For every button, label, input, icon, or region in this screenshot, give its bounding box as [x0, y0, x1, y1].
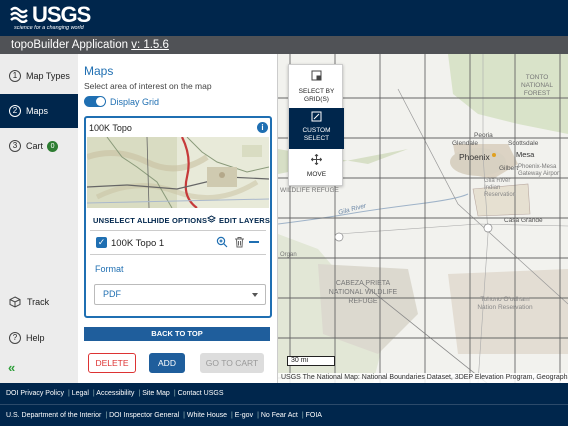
- footer-separator: |: [67, 390, 70, 397]
- collapse-sidebar-icon[interactable]: «: [8, 360, 15, 375]
- footer-separator: |: [231, 412, 233, 419]
- divider: [90, 230, 266, 231]
- select-by-grid-tool[interactable]: SELECT BY GRID(S): [289, 68, 344, 106]
- side-navigation: 1 Map Types 2 Maps 3 Cart 0 Track ? Help: [0, 54, 78, 383]
- footer-separator: |: [105, 412, 108, 419]
- unselect-all-button[interactable]: UNSELECT ALL: [93, 216, 152, 225]
- map-label-cabeza-prieta: CABEZA PRIETA NATIONAL WILDLIFE REFUGE: [328, 280, 398, 305]
- move-arrows-icon: [311, 154, 322, 165]
- step-number: 2: [9, 105, 21, 117]
- app-title-bar: topoBuilder Application v: 1.5.6: [0, 36, 568, 54]
- add-button[interactable]: ADD: [149, 353, 185, 373]
- zoom-in-icon[interactable]: [216, 236, 228, 250]
- app-title: topoBuilder Application: [11, 39, 128, 51]
- footer-separator: |: [138, 390, 141, 397]
- tool-label: SELECT BY GRID(S): [298, 88, 335, 103]
- display-grid-label: Display Grid: [110, 97, 160, 107]
- nav-item-cart[interactable]: 3 Cart 0: [0, 129, 78, 163]
- map-label-gila-river-reservation: Gila River Indian Reservation: [484, 178, 517, 198]
- edit-layers-button[interactable]: EDIT LAYERS: [219, 216, 270, 225]
- panel-subtitle: Select area of interest on the map: [84, 81, 212, 91]
- scale-bar: 30 mi: [287, 356, 335, 366]
- delete-button[interactable]: DELETE: [88, 353, 136, 373]
- footer-link[interactable]: White House: [187, 412, 227, 419]
- format-select[interactable]: PDF: [94, 284, 266, 305]
- collapse-layer-icon[interactable]: [249, 241, 259, 243]
- footer-links-primary: DOI Privacy Policy | Legal | Accessibility…: [0, 383, 568, 404]
- nav-label: Map Types: [26, 71, 70, 81]
- layer-name: 100K Topo 1: [111, 238, 165, 249]
- move-tool[interactable]: MOVE: [289, 154, 344, 184]
- footer-link[interactable]: Site Map: [142, 390, 170, 397]
- nav-item-maps[interactable]: 2 Maps: [0, 94, 78, 128]
- layer-checkbox[interactable]: ✓: [96, 237, 107, 248]
- tool-label: CUSTOM SELECT: [302, 127, 331, 142]
- map-label-phoenix: Phoenix: [459, 152, 490, 162]
- logo-text: USGS: [32, 2, 91, 27]
- map-label-scottsdale: Scottsdale: [508, 140, 539, 147]
- layers-icon: [206, 215, 217, 226]
- nav-item-help[interactable]: ? Help: [0, 321, 78, 355]
- footer-link[interactable]: U.S. Department of the Interior: [6, 412, 101, 419]
- map-label-organ: Organ: [280, 252, 297, 258]
- help-icon: ?: [9, 332, 21, 344]
- map-label-peoria: Peoria: [474, 132, 493, 139]
- nav-item-track[interactable]: Track: [0, 285, 78, 319]
- chevron-down-icon: [252, 293, 258, 297]
- nav-label: Track: [27, 297, 50, 307]
- draw-polygon-icon: [311, 111, 322, 122]
- format-selected-value: PDF: [103, 289, 121, 299]
- custom-select-tool[interactable]: CUSTOM SELECT: [289, 108, 344, 149]
- info-icon[interactable]: i: [257, 122, 268, 133]
- footer-separator: |: [301, 412, 304, 419]
- nav-item-map-types[interactable]: 1 Map Types: [0, 59, 78, 93]
- map-label-mesa: Mesa: [516, 150, 535, 159]
- back-to-top-button[interactable]: BACK TO TOP: [84, 327, 270, 341]
- footer-separator: |: [173, 390, 176, 397]
- footer-link[interactable]: DOI Inspector General: [109, 412, 179, 419]
- nav-label: Help: [26, 333, 45, 343]
- tool-label: MOVE: [306, 171, 327, 178]
- footer-link[interactable]: DOI Privacy Policy: [6, 390, 64, 397]
- map-attribution: USGS The National Map: National Boundari…: [278, 373, 568, 383]
- go-to-cart-button[interactable]: GO TO CART: [200, 353, 264, 373]
- footer-link[interactable]: Contact USGS: [178, 390, 224, 397]
- cube-icon: [9, 296, 21, 308]
- map-label-wildlife-refuge: WILDLIFE REFUGE: [280, 187, 339, 194]
- panel-title: Maps: [84, 64, 114, 78]
- cart-count-badge: 0: [47, 140, 59, 152]
- footer-link[interactable]: FOIA: [306, 412, 322, 419]
- footer-links-secondary: U.S. Department of the Interior | DOI Ins…: [0, 404, 568, 426]
- footer-link[interactable]: No Fear Act: [261, 412, 298, 419]
- topo-thumbnail: [87, 137, 269, 208]
- app-version-link[interactable]: v: 1.5.6: [131, 39, 169, 51]
- map-label-gilbert: Gilbert: [499, 165, 519, 172]
- step-number: 1: [9, 70, 21, 82]
- map-label-gateway: Phoenix-Mesa Gateway Airport: [518, 164, 561, 177]
- hide-options-button[interactable]: HIDE OPTIONS: [151, 216, 207, 225]
- footer-separator: |: [92, 390, 95, 397]
- map-label-tohono: Tohono O'odham Nation Reservation: [477, 296, 533, 311]
- footer-separator: |: [257, 412, 259, 419]
- footer-link[interactable]: Accessibility: [96, 390, 134, 397]
- nav-label: Cart: [26, 141, 44, 151]
- map-label-glendale: Glendale: [452, 140, 479, 147]
- nav-label: Maps: [26, 106, 49, 116]
- grid-select-icon: [311, 70, 322, 81]
- card-title: 100K Topo: [89, 123, 132, 133]
- map-label-tonto: TONTO NATIONAL FOREST: [520, 74, 554, 97]
- step-number: 3: [9, 140, 21, 152]
- footer-separator: |: [183, 412, 185, 419]
- map-selection-tools: SELECT BY GRID(S) CUSTOM SELECT MOVE: [288, 64, 344, 186]
- footer-link[interactable]: Legal: [72, 390, 89, 397]
- map-label-casa-grande: Casa Grande: [504, 217, 543, 224]
- format-label: Format: [95, 264, 124, 274]
- usgs-waves-icon: [10, 6, 28, 23]
- trash-icon[interactable]: [234, 236, 245, 250]
- logo-tagline: science for a changing world: [14, 25, 84, 31]
- divider: [90, 254, 266, 255]
- display-grid-toggle[interactable]: [84, 96, 106, 107]
- footer-link[interactable]: E-gov: [235, 412, 253, 419]
- usgs-logo[interactable]: USGS: [10, 2, 91, 27]
